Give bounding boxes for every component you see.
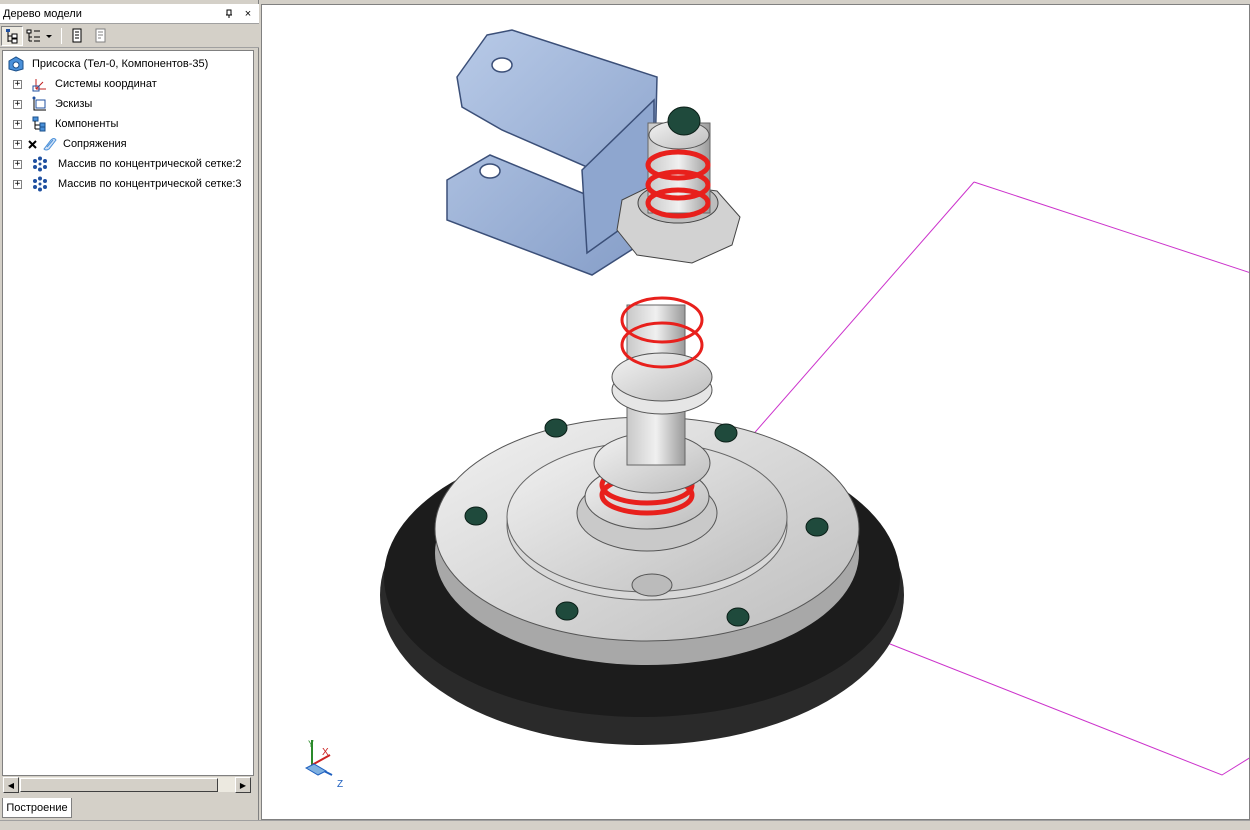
model-tree-panel: Дерево модели × Присоска (Тел-0, Компоне… bbox=[0, 0, 259, 830]
model-render bbox=[304, 29, 1249, 776]
tree-item-label: Системы координат bbox=[55, 78, 157, 90]
toolbar-separator bbox=[61, 27, 62, 44]
tree-item-components[interactable]: + Компоненты bbox=[3, 115, 253, 133]
axis-x-label: X bbox=[322, 747, 329, 758]
tree-item-label: Массив по концентрической сетке:3 bbox=[58, 178, 242, 190]
horizontal-scrollbar[interactable]: ◀ ▶ bbox=[2, 776, 252, 793]
expand-icon[interactable]: + bbox=[13, 119, 22, 129]
error-cross-icon bbox=[27, 136, 39, 152]
expand-icon[interactable]: + bbox=[13, 139, 22, 149]
panel-title: Дерево модели bbox=[3, 7, 82, 20]
axis-y-label: Y bbox=[308, 739, 315, 749]
scroll-left-arrow-icon[interactable]: ◀ bbox=[3, 777, 19, 793]
expand-icon[interactable]: + bbox=[13, 159, 22, 169]
mates-icon bbox=[41, 136, 59, 152]
3d-viewport[interactable]: Y X Z bbox=[261, 4, 1250, 820]
tree-item-circular-array-2[interactable]: + Массив по концентрической сетке:2 bbox=[3, 155, 253, 173]
top-nut bbox=[667, 106, 701, 136]
document-icon bbox=[72, 28, 82, 42]
assembly-icon bbox=[7, 56, 25, 72]
report-icon bbox=[95, 28, 106, 42]
expand-icon[interactable]: + bbox=[13, 79, 22, 89]
properties-button[interactable] bbox=[66, 26, 88, 46]
tree-root-label: Присоска (Тел-0, Компонентов-35) bbox=[32, 58, 209, 70]
circular-array-icon bbox=[31, 156, 49, 172]
tree-view-button[interactable] bbox=[1, 25, 23, 46]
status-bar bbox=[0, 820, 1250, 830]
expand-icon[interactable]: + bbox=[13, 179, 22, 189]
tree-item-label: Массив по концентрической сетке:2 bbox=[58, 158, 242, 170]
tree-item-sketches[interactable]: + Эскизы bbox=[3, 95, 253, 113]
coordinate-system-icon bbox=[31, 76, 49, 92]
scroll-thumb[interactable] bbox=[20, 778, 218, 792]
pin-icon[interactable] bbox=[221, 6, 237, 22]
tree-item-mates[interactable]: + Сопряжения bbox=[3, 135, 253, 153]
tree-item-label: Эскизы bbox=[55, 98, 93, 110]
report-button[interactable] bbox=[90, 26, 112, 46]
close-icon[interactable]: × bbox=[240, 6, 256, 22]
tab-construction[interactable]: Построение bbox=[2, 798, 72, 818]
axis-z-label: Z bbox=[337, 779, 344, 790]
circular-array-icon bbox=[31, 176, 49, 192]
panel-toolbar bbox=[0, 24, 259, 48]
list-view-icon bbox=[26, 29, 52, 41]
tree-item-coordinate-systems[interactable]: + Системы координат bbox=[3, 75, 253, 93]
tree-item-label: Сопряжения bbox=[63, 138, 127, 150]
tree-item-label: Компоненты bbox=[55, 118, 119, 130]
tree-root[interactable]: Присоска (Тел-0, Компонентов-35) bbox=[3, 55, 253, 73]
panel-header: Дерево модели × bbox=[0, 4, 259, 24]
tree-item-circular-array-3[interactable]: + Массив по концентрической сетке:3 bbox=[3, 175, 253, 193]
sketch-icon bbox=[31, 96, 49, 112]
model-tree: Присоска (Тел-0, Компонентов-35) + Систе… bbox=[2, 50, 254, 776]
components-icon bbox=[31, 116, 49, 132]
display-mode-dropdown[interactable] bbox=[25, 26, 55, 46]
tree-structure-icon bbox=[6, 28, 18, 43]
scroll-right-arrow-icon[interactable]: ▶ bbox=[235, 777, 251, 793]
expand-icon[interactable]: + bbox=[13, 99, 22, 109]
